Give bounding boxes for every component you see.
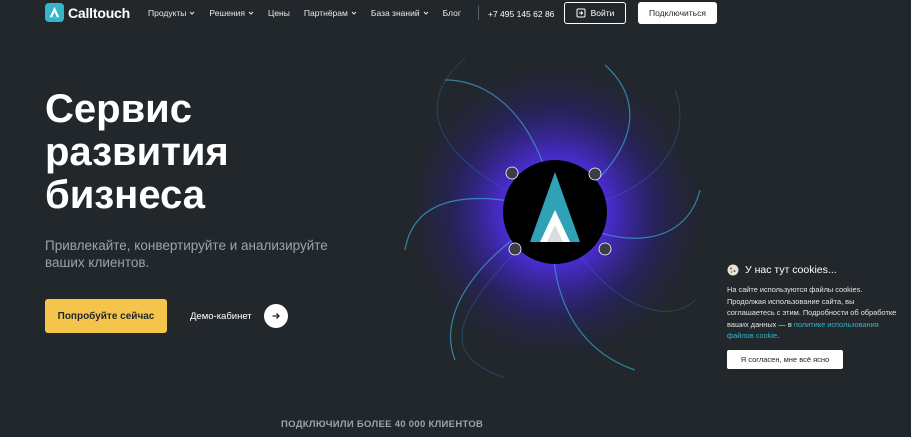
nav-item-prices[interactable]: Цены (268, 8, 290, 18)
clients-counter: ПОДКЛЮЧИЛИ БОЛЕЕ 40 000 КЛИЕНТОВ (281, 419, 484, 430)
nav-item-label: Цены (268, 8, 290, 18)
demo-label: Демо-кабинет (190, 310, 252, 322)
nav-item-partners[interactable]: Партнёрам (304, 8, 357, 18)
hero-subtitle: Привлекайте, конвертируйте и анализируйт… (45, 238, 328, 270)
vortex-illustration (395, 52, 715, 379)
nav-item-products[interactable]: Продукты (148, 8, 195, 18)
try-now-button[interactable]: Попробуйте сейчас (45, 299, 167, 333)
login-label: Войти (590, 8, 615, 18)
chevron-down-icon (248, 11, 254, 15)
hero-title-line: Сервис (45, 87, 192, 131)
login-button[interactable]: Войти (564, 2, 626, 24)
nav-item-label: Решения (209, 8, 246, 18)
cookie-title: У нас тут cookies... (745, 264, 837, 276)
chevron-down-icon (351, 11, 357, 15)
phone-link[interactable]: +7 495 145 62 86 (488, 9, 554, 19)
cookie-accept-button[interactable]: Я согласен, мне всё ясно (727, 349, 843, 369)
logo[interactable]: Calltouch (45, 3, 130, 22)
header: Calltouch Продукты Решения Цены Партнёра… (0, 0, 911, 26)
nav-item-label: База знаний (370, 8, 420, 18)
logo-text: Calltouch (68, 4, 130, 21)
nav-item-blog[interactable]: Блог (443, 8, 461, 18)
demo-cabinet-link[interactable]: Демо-кабинет (190, 304, 288, 328)
nav-item-label: Блог (442, 8, 461, 18)
nav-item-solutions[interactable]: Решения (209, 8, 254, 18)
hero-title: Сервис развития бизнеса (45, 88, 345, 217)
connect-button[interactable]: Подключиться (638, 2, 717, 24)
hero-title-line: бизнеса (45, 173, 206, 217)
cookie-header: У нас тут cookies... (727, 264, 902, 276)
hero-title-line: развития (45, 130, 229, 174)
cookie-icon (727, 264, 739, 276)
chevron-down-icon (190, 11, 195, 15)
cookie-text: На сайте используются файлы cookies. Про… (727, 284, 902, 342)
nav-item-knowledge-base[interactable]: База знаний (371, 8, 429, 18)
main-nav: Продукты Решения Цены Партнёрам База зна… (148, 8, 475, 18)
nav-divider (478, 6, 479, 20)
nav-item-label: Партнёрам (303, 8, 348, 18)
nav-item-label: Продукты (148, 8, 187, 18)
calltouch-logo-icon (45, 3, 64, 22)
chevron-down-icon (423, 11, 428, 15)
arrow-right-icon (263, 304, 288, 328)
login-icon (576, 8, 586, 18)
cookie-notice: У нас тут cookies... На сайте используют… (727, 264, 902, 369)
cookie-link-suffix: . (777, 331, 780, 340)
